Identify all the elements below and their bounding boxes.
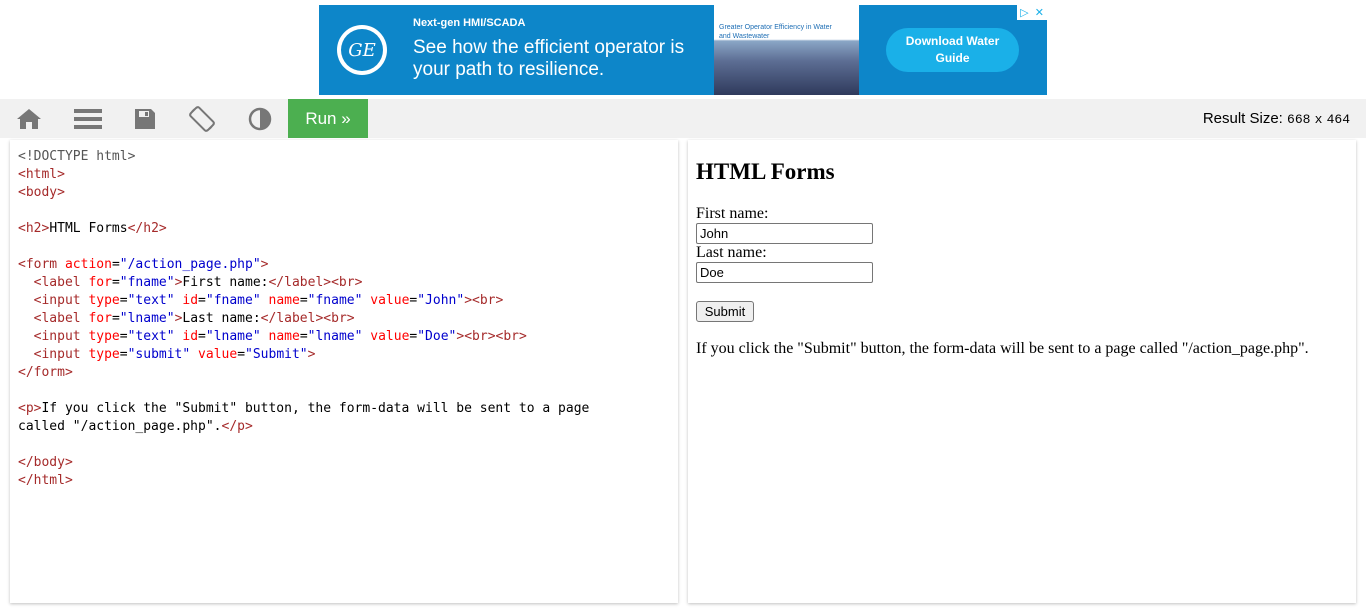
- ad-choices[interactable]: ▷ ✕: [1017, 5, 1047, 20]
- code-editor[interactable]: <!DOCTYPE html><html><body>​<h2>HTML For…: [10, 140, 678, 603]
- ad-banner[interactable]: GE Next-gen HMI/SCADA See how the effici…: [319, 5, 1047, 95]
- code-line[interactable]: <label for="fname">First name:</label><b…: [18, 274, 589, 292]
- code-line[interactable]: </body>: [18, 454, 589, 472]
- rotate-button[interactable]: [173, 99, 231, 138]
- code-line[interactable]: ​: [18, 238, 589, 256]
- code-line[interactable]: <label for="lname">Last name:</label><br…: [18, 310, 589, 328]
- code-line[interactable]: <!DOCTYPE html>: [18, 148, 589, 166]
- rotate-icon: [189, 105, 215, 132]
- ge-logo-mark: GE: [341, 29, 383, 71]
- ad-download-button[interactable]: Download Water Guide: [886, 28, 1019, 72]
- code-line[interactable]: </html>: [18, 472, 589, 490]
- code-line[interactable]: ​: [18, 202, 589, 220]
- result-size-label: Result Size:: [1202, 110, 1283, 127]
- code-line[interactable]: called "/action_page.php".</p>: [18, 418, 589, 436]
- code-line[interactable]: ​: [18, 382, 589, 400]
- lname-label: Last name:: [696, 244, 767, 261]
- save-icon: [135, 108, 155, 129]
- fname-input[interactable]: John: [696, 223, 873, 244]
- code-line[interactable]: ​: [18, 436, 589, 454]
- adchoices-icon[interactable]: ▷: [1020, 6, 1028, 19]
- ad-kicker: Next-gen HMI/SCADA: [413, 17, 526, 29]
- result-width: 668: [1287, 112, 1311, 127]
- result-x: x: [1314, 112, 1323, 127]
- toolbar: Run » Result Size: 668 x 464: [0, 99, 1366, 138]
- ad-image: Greater Operator Efficiency in Water and…: [714, 5, 859, 95]
- code-line[interactable]: <input type="text" id="fname" name="fnam…: [18, 292, 589, 310]
- code-line[interactable]: <form action="/action_page.php">: [18, 256, 589, 274]
- contrast-icon: [248, 107, 272, 130]
- result-height: 464: [1326, 112, 1350, 127]
- fname-label: First name:: [696, 205, 769, 222]
- home-icon: [17, 108, 41, 129]
- code-line[interactable]: <p>If you click the "Submit" button, the…: [18, 400, 589, 418]
- result-heading: HTML Forms: [696, 159, 835, 184]
- lname-input[interactable]: Doe: [696, 262, 873, 283]
- result-paragraph: If you click the "Submit" button, the fo…: [696, 340, 1309, 357]
- menu-icon: [74, 108, 102, 129]
- theme-button[interactable]: [231, 99, 289, 138]
- code-line[interactable]: <h2>HTML Forms</h2>: [18, 220, 589, 238]
- ad-headline: See how the efficient operator is your p…: [413, 37, 685, 80]
- result-panel: HTML Forms First name: John Last name: D…: [688, 140, 1356, 603]
- code-content[interactable]: <!DOCTYPE html><html><body>​<h2>HTML For…: [18, 148, 589, 490]
- code-line[interactable]: <body>: [18, 184, 589, 202]
- save-button[interactable]: [116, 99, 174, 138]
- code-line[interactable]: <input type="submit" value="Submit">: [18, 346, 589, 364]
- ge-logo: GE: [337, 25, 387, 75]
- result-size: Result Size: 668 x 464: [1203, 110, 1350, 127]
- code-line[interactable]: </form>: [18, 364, 589, 382]
- submit-button[interactable]: Submit: [696, 301, 754, 322]
- ad-image-caption: Greater Operator Efficiency in Water and…: [719, 24, 832, 40]
- run-button[interactable]: Run »: [288, 99, 368, 138]
- home-button[interactable]: [0, 99, 58, 138]
- menu-button[interactable]: [59, 99, 117, 138]
- code-line[interactable]: <input type="text" id="lname" name="lnam…: [18, 328, 589, 346]
- ad-close-icon[interactable]: ✕: [1035, 6, 1044, 19]
- code-line[interactable]: <html>: [18, 166, 589, 184]
